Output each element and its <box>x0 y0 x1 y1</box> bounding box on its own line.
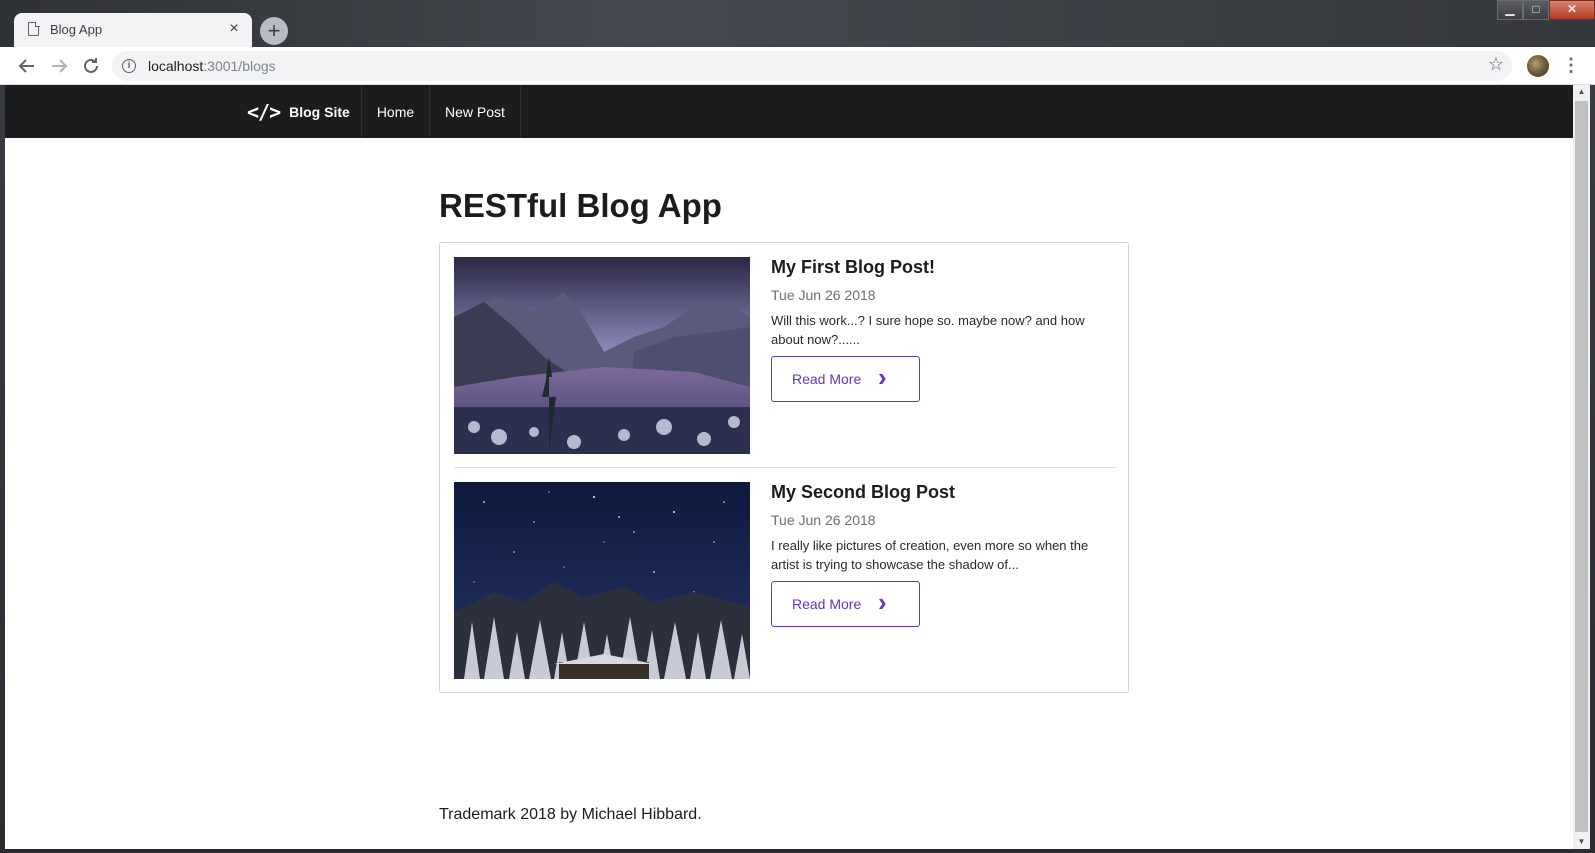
post-date: Tue Jun 26 2018 <box>771 512 876 528</box>
brand-name: Blog Site <box>289 103 350 120</box>
more-menu-icon[interactable]: ⋮ <box>1562 55 1580 75</box>
chevron-right-icon: › <box>878 587 887 617</box>
page-title: RESTful Blog App <box>439 187 722 224</box>
scroll-up-arrow-icon[interactable]: ▲ <box>1573 85 1590 99</box>
scroll-thumb[interactable] <box>1575 101 1588 832</box>
tab-title: Blog App <box>50 22 103 37</box>
minimize-button[interactable]: ▁ <box>1497 0 1523 20</box>
post-date: Tue Jun 26 2018 <box>771 287 876 303</box>
code-icon: </> <box>247 99 281 124</box>
post-title[interactable]: My First Blog Post! <box>771 257 935 278</box>
post-title[interactable]: My Second Blog Post <box>771 482 955 503</box>
read-more-button[interactable]: Read More › <box>771 581 920 627</box>
close-window-button[interactable]: ✕ <box>1549 0 1595 20</box>
info-icon[interactable]: i <box>122 59 136 73</box>
read-more-label: Read More <box>792 371 862 387</box>
tab-close-icon[interactable]: × <box>224 19 244 39</box>
page-icon <box>28 21 40 36</box>
read-more-label: Read More <box>792 596 862 612</box>
url-text[interactable]: localhost:3001/blogs <box>148 58 276 74</box>
new-tab-button[interactable]: + <box>260 17 288 45</box>
blog-list: My First Blog Post! Tue Jun 26 2018 Will… <box>439 242 1129 693</box>
nav-home[interactable]: Home <box>362 85 430 138</box>
reload-icon[interactable] <box>78 53 104 79</box>
forward-arrow-icon[interactable] <box>46 53 72 79</box>
post-excerpt: I really like pictures of creation, even… <box>771 538 1089 572</box>
page-viewport: </> Blog Site Home New Post RESTful Blog… <box>5 85 1573 849</box>
brand-link[interactable]: </> Blog Site <box>235 85 362 138</box>
scroll-down-arrow-icon[interactable]: ▼ <box>1573 835 1590 849</box>
read-more-button[interactable]: Read More › <box>771 356 920 402</box>
bookmark-star-icon[interactable]: ☆ <box>1488 54 1504 75</box>
blog-post-item: My First Blog Post! Tue Jun 26 2018 Will… <box>454 257 1116 454</box>
back-arrow-icon[interactable] <box>14 53 40 79</box>
post-divider <box>454 467 1116 468</box>
browser-window: Blog App × + ▁ □ ✕ i localhost:3001/blog… <box>0 0 1595 853</box>
window-controls: ▁ □ ✕ <box>1497 0 1595 20</box>
profile-avatar[interactable] <box>1527 55 1549 77</box>
maximize-button[interactable]: □ <box>1523 0 1549 20</box>
post-excerpt: Will this work...? I sure hope so. maybe… <box>771 313 1085 347</box>
vertical-scrollbar[interactable]: ▲ ▼ <box>1573 85 1590 849</box>
tab-strip: Blog App × + ▁ □ ✕ <box>0 0 1595 47</box>
post-image-starry-forest <box>454 482 750 679</box>
post-image-mountains <box>454 257 750 454</box>
blog-post-item: My Second Blog Post Tue Jun 26 2018 I re… <box>454 482 1116 679</box>
address-bar[interactable]: i localhost:3001/blogs ☆ <box>112 51 1512 81</box>
browser-toolbar: i localhost:3001/blogs ☆ ⋮ <box>0 47 1595 85</box>
nav-new-post[interactable]: New Post <box>430 85 521 138</box>
chevron-right-icon: › <box>878 362 887 392</box>
site-navbar: </> Blog Site Home New Post <box>5 85 1573 138</box>
footer-text: Trademark 2018 by Michael Hibbard. <box>439 806 702 823</box>
browser-tab[interactable]: Blog App × <box>14 13 252 47</box>
